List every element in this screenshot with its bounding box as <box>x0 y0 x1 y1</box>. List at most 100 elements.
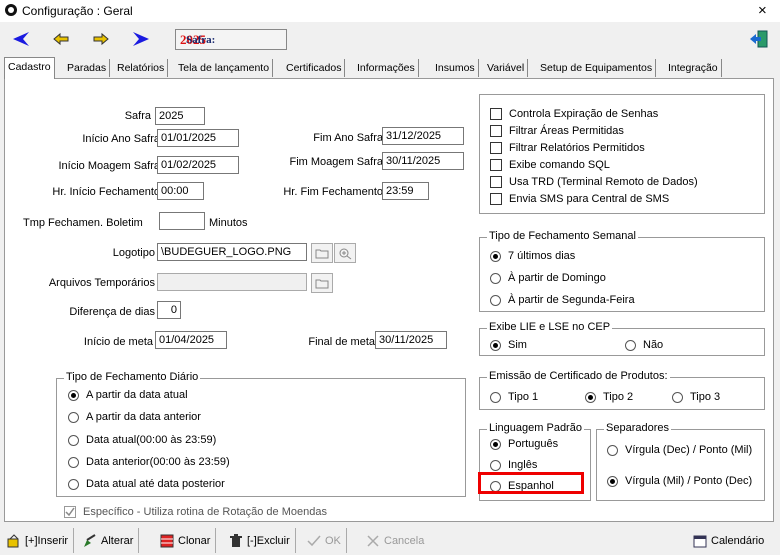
app-icon <box>5 4 17 16</box>
next-record-icon[interactable] <box>90 28 112 50</box>
safra-label: Safra <box>124 110 151 122</box>
toolbar <box>0 22 780 56</box>
safra-indicator-label: Safra: <box>186 33 216 46</box>
tab-tela-de-lancamento[interactable]: Tela de lançamento <box>175 59 274 77</box>
radio-a-partir-segunda[interactable]: À partir de Segunda-Feira <box>490 294 635 306</box>
calendario-button[interactable]: Calendário <box>690 528 769 553</box>
inicio-moagem-safra-label: Início Moagem Safra <box>58 160 161 172</box>
fechamento-semanal-title: Tipo de Fechamento Semanal <box>487 230 638 242</box>
excluir-button[interactable]: [-]Excluir <box>226 528 296 553</box>
tmp-fechamen-boletim-input[interactable] <box>159 212 205 230</box>
radio-virgula-mil[interactable]: Vírgula (Mil) / Ponto (Dec) <box>607 475 752 487</box>
ok-button[interactable]: OK <box>304 528 347 553</box>
radio-label: Tipo 1 <box>508 391 539 403</box>
checkbox-exibe-sql[interactable]: Exibe comando SQL <box>490 159 610 171</box>
radio-label: Não <box>643 339 664 351</box>
highlight-box <box>478 472 584 494</box>
tab-cadastro[interactable]: Cadastro <box>4 57 55 79</box>
checkbox-usa-trd[interactable]: Usa TRD (Terminal Remoto de Dados) <box>490 176 698 188</box>
radio-label: À partir de Domingo <box>508 272 606 284</box>
radio-data-anterior[interactable]: A partir da data anterior <box>68 411 201 423</box>
radio-ingles[interactable]: Inglês <box>490 459 537 471</box>
tab-insumos[interactable]: Insumos <box>432 59 479 77</box>
last-record-icon[interactable] <box>130 28 152 50</box>
lie-lse-title: Exibe LIE e LSE no CEP <box>487 321 613 333</box>
radio-sim[interactable]: Sim <box>490 339 527 351</box>
clonar-button[interactable]: Clonar <box>157 528 217 553</box>
lie-lse-group: Exibe LIE e LSE no CEP Sim Não <box>479 321 765 356</box>
close-icon[interactable]: × <box>758 2 767 19</box>
checkbox-envia-sms[interactable]: Envia SMS para Central de SMS <box>490 193 669 205</box>
hr-fim-fechamento-input[interactable]: 23:59 <box>382 182 429 200</box>
tab-paradas[interactable]: Paradas <box>64 59 111 77</box>
fim-moagem-safra-input[interactable]: 30/11/2025 <box>382 152 464 170</box>
radio-data-atual-00-23[interactable]: Data atual(00:00 às 23:59) <box>68 434 216 446</box>
folder-icon[interactable] <box>311 273 333 293</box>
final-de-meta-input[interactable]: 30/11/2025 <box>375 331 447 349</box>
checkbox-filtrar-areas[interactable]: Filtrar Áreas Permitidas <box>490 125 624 137</box>
folder-icon[interactable] <box>311 243 333 263</box>
first-record-icon[interactable] <box>10 28 32 50</box>
tab-integracao[interactable]: Integração <box>665 59 722 77</box>
inicio-de-meta-input[interactable]: 01/04/2025 <box>155 331 227 349</box>
fim-ano-safra-input[interactable]: 31/12/2025 <box>382 127 464 145</box>
inserir-button[interactable]: [+]Inserir <box>4 528 75 553</box>
alterar-label: Alterar <box>101 534 134 547</box>
especifico-label: Específico - Utiliza rotina de Rotação d… <box>83 506 327 518</box>
options-group: Controla Expiração de Senhas Filtrar Áre… <box>479 94 765 214</box>
tab-informacoes[interactable]: Informações <box>354 59 419 77</box>
radio-label: À partir de Segunda-Feira <box>508 294 635 306</box>
radio-virgula-dec[interactable]: Vírgula (Dec) / Ponto (Mil) <box>607 444 752 456</box>
checkbox-label: Controla Expiração de Senhas <box>509 108 659 120</box>
radio-label: Vírgula (Dec) / Ponto (Mil) <box>625 444 753 456</box>
exit-icon[interactable] <box>748 28 770 50</box>
logotipo-input[interactable]: \BUDEGUER_LOGO.PNG <box>157 243 307 261</box>
inicio-ano-safra-input[interactable]: 01/01/2025 <box>157 129 239 147</box>
checkbox-filtrar-relatorios[interactable]: Filtrar Relatórios Permitidos <box>490 142 645 154</box>
checkbox-label: Exibe comando SQL <box>509 159 610 171</box>
radio-data-atual-posterior[interactable]: Data atual até data posterior <box>68 478 225 490</box>
radio-label: Vírgula (Mil) / Ponto (Dec) <box>625 475 753 487</box>
radio-tipo-1[interactable]: Tipo 1 <box>490 391 538 403</box>
tab-setup-equipamentos[interactable]: Setup de Equipamentos <box>537 59 657 77</box>
safra-indicator: Safra: 2025 <box>175 29 287 50</box>
cancela-label: Cancela <box>384 534 425 547</box>
arquivos-temporarios-label: Arquivos Temporários <box>48 277 155 289</box>
alterar-button[interactable]: Alterar <box>80 528 140 553</box>
tab-certificados[interactable]: Certificados <box>283 59 346 77</box>
diferenca-de-dias-label: Diferença de dias <box>69 306 155 318</box>
radio-label: A partir da data atual <box>86 389 188 401</box>
tab-variavel[interactable]: Variável <box>484 59 529 77</box>
logotipo-label: Logotipo <box>112 247 155 259</box>
checkbox-label: Usa TRD (Terminal Remoto de Dados) <box>509 176 698 188</box>
arquivos-temporarios-input[interactable] <box>157 273 307 291</box>
radio-portugues[interactable]: Português <box>490 438 558 450</box>
previous-record-icon[interactable] <box>50 28 72 50</box>
hr-inicio-fechamento-input[interactable]: 00:00 <box>157 182 204 200</box>
hr-inicio-fechamento-label: Hr. Início Fechamento <box>52 186 160 198</box>
radio-data-atual[interactable]: A partir da data atual <box>68 389 188 401</box>
tmp-fechamen-boletim-label: Tmp Fechamen. Boletim <box>23 217 143 229</box>
fechamento-diario-group: Tipo de Fechamento Diário A partir da da… <box>56 371 466 497</box>
diferenca-de-dias-input[interactable]: 0 <box>157 301 181 319</box>
especifico-checkbox[interactable]: Específico - Utiliza rotina de Rotação d… <box>64 506 327 518</box>
window-title: Configuração : Geral <box>22 4 133 18</box>
radio-data-anterior-00-23[interactable]: Data anterior(00:00 às 23:59) <box>68 456 230 468</box>
safra-input[interactable]: 2025 <box>155 107 205 125</box>
inicio-ano-safra-label: Início Ano Safra <box>82 133 160 145</box>
title-bar: Configuração : Geral × <box>0 0 780 22</box>
minutos-label: Minutos <box>209 217 248 229</box>
radio-a-partir-domingo[interactable]: À partir de Domingo <box>490 272 606 284</box>
tab-relatorios[interactable]: Relatórios <box>114 59 169 77</box>
inicio-moagem-safra-input[interactable]: 01/02/2025 <box>157 156 239 174</box>
zoom-icon[interactable] <box>334 243 356 263</box>
ok-label: OK <box>325 534 341 547</box>
checkbox-expiracao-senhas[interactable]: Controla Expiração de Senhas <box>490 108 658 120</box>
radio-tipo-3[interactable]: Tipo 3 <box>672 391 720 403</box>
radio-tipo-2[interactable]: Tipo 2 <box>585 391 633 403</box>
checkbox-label: Envia SMS para Central de SMS <box>509 193 670 205</box>
cancela-button[interactable]: Cancela <box>363 528 429 553</box>
radio-label: Data anterior(00:00 às 23:59) <box>86 456 230 468</box>
radio-7-ultimos-dias[interactable]: 7 últimos dias <box>490 250 575 262</box>
radio-nao[interactable]: Não <box>625 339 663 351</box>
